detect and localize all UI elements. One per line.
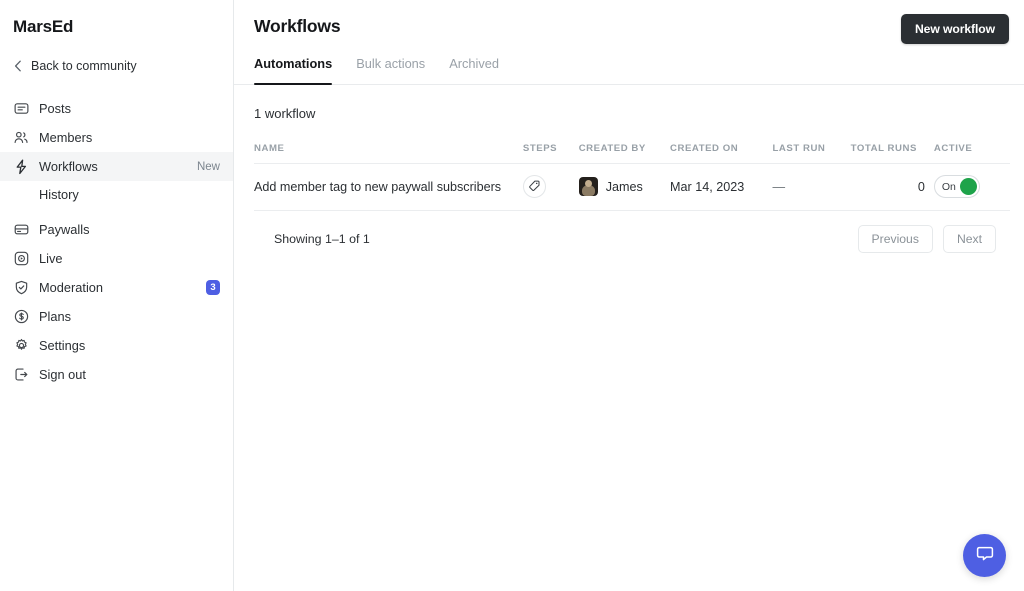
column-header-steps[interactable]: STEPS (522, 143, 579, 164)
sidebar-nav: Posts Members Workflows New History Payw… (0, 94, 233, 389)
status-badge: 3 (206, 279, 220, 296)
tab-bulk-actions[interactable]: Bulk actions (356, 56, 425, 84)
sidebar-item-label: Live (39, 251, 63, 266)
chevron-left-icon (13, 60, 23, 72)
sidebar-item-moderation[interactable]: Moderation 3 (0, 273, 233, 302)
table-row[interactable]: Add member tag to new paywall subscriber… (254, 163, 1010, 211)
sidebar-item-workflows[interactable]: Workflows New (0, 152, 233, 181)
workflows-table-wrap: NAME STEPS CREATED BY CREATED ON LAST RU… (234, 143, 1024, 253)
back-to-community-link[interactable]: Back to community (0, 52, 233, 80)
total-runs-value: 0 (850, 163, 934, 211)
page-title: Workflows (254, 16, 341, 36)
active-toggle[interactable]: On (933, 175, 980, 198)
column-header-created-on[interactable]: CREATED ON (670, 143, 773, 164)
tab-bar: Automations Bulk actions Archived (234, 56, 1024, 85)
new-tag-label: New (196, 160, 220, 173)
tab-automations[interactable]: Automations (254, 56, 333, 85)
column-header-last-run[interactable]: LAST RUN (772, 143, 851, 164)
members-icon (13, 130, 29, 146)
posts-icon (13, 101, 29, 117)
sidebar-item-sign-out[interactable]: Sign out (0, 360, 233, 389)
sidebar-item-members[interactable]: Members (0, 123, 233, 152)
sidebar-item-label: Sign out (39, 367, 86, 382)
workflow-steps-chip[interactable] (522, 175, 546, 198)
sidebar-item-label: Posts (39, 101, 72, 116)
active-toggle-label: On (941, 180, 956, 193)
shield-icon (13, 280, 29, 296)
sidebar-item-label: Paywalls (39, 222, 90, 237)
sidebar-item-settings[interactable]: Settings (0, 331, 233, 360)
paywall-icon (13, 222, 29, 238)
brand-title: MarsEd (13, 17, 74, 36)
active-toggle-knob (959, 178, 977, 195)
table-head: NAME STEPS CREATED BY CREATED ON LAST RU… (254, 143, 1010, 164)
tag-icon (529, 180, 540, 194)
sidebar-item-label: Members (39, 130, 93, 145)
sign-out-icon (13, 367, 29, 383)
back-to-community-label: Back to community (31, 59, 137, 73)
dollar-icon (13, 309, 29, 325)
workflows-table: NAME STEPS CREATED BY CREATED ON LAST RU… (254, 143, 1010, 211)
last-run-value: — (772, 179, 786, 194)
created-on-value: Mar 14, 2023 (670, 163, 773, 211)
created-by-cell: James (578, 177, 670, 196)
sidebar-item-paywalls[interactable]: Paywalls (0, 215, 233, 244)
column-header-total-runs[interactable]: TOTAL RUNS (850, 143, 934, 164)
live-icon (13, 251, 29, 267)
table-body: Add member tag to new paywall subscriber… (254, 163, 1010, 211)
workflow-name-link[interactable]: Add member tag to new paywall subscriber… (254, 180, 501, 194)
sidebar-item-label: Settings (39, 338, 86, 353)
sidebar: MarsEd Back to community Posts Members W… (0, 0, 234, 591)
showing-range: Showing 1–1 of 1 (274, 232, 370, 246)
gear-icon (13, 338, 29, 354)
sidebar-item-plans[interactable]: Plans (0, 302, 233, 331)
table-footer: Showing 1–1 of 1 Previous Next (254, 211, 1010, 253)
pagination: Previous Next (857, 225, 996, 253)
main-content: Workflows New workflow Automations Bulk … (234, 0, 1024, 591)
chat-bubble-icon (975, 544, 995, 567)
tab-archived[interactable]: Archived (449, 56, 499, 84)
sidebar-item-history[interactable]: History (0, 181, 233, 208)
chat-launcher-button[interactable] (963, 534, 1006, 577)
sidebar-item-label: Plans (39, 309, 72, 324)
created-by-name: James (605, 179, 643, 194)
sidebar-subitem-label: History (39, 187, 79, 202)
lightning-icon (13, 159, 29, 175)
sidebar-item-posts[interactable]: Posts (0, 94, 233, 123)
previous-page-button[interactable]: Previous (857, 225, 933, 253)
page-header: Workflows New workflow (234, 0, 1024, 44)
sidebar-item-live[interactable]: Live (0, 244, 233, 273)
table-header-row: NAME STEPS CREATED BY CREATED ON LAST RU… (254, 143, 1010, 164)
next-page-button[interactable]: Next (942, 225, 996, 253)
sidebar-item-label: Workflows (39, 159, 98, 174)
column-header-active[interactable]: ACTIVE (933, 143, 1010, 164)
avatar (578, 177, 598, 196)
column-header-name[interactable]: NAME (254, 143, 523, 164)
admin-app-window: MarsEd Back to community Posts Members W… (0, 0, 1024, 591)
new-workflow-button[interactable]: New workflow (900, 14, 1009, 44)
column-header-created-by[interactable]: CREATED BY (578, 143, 671, 164)
sidebar-item-label: Moderation (39, 280, 104, 295)
workflow-count: 1 workflow (254, 106, 316, 121)
